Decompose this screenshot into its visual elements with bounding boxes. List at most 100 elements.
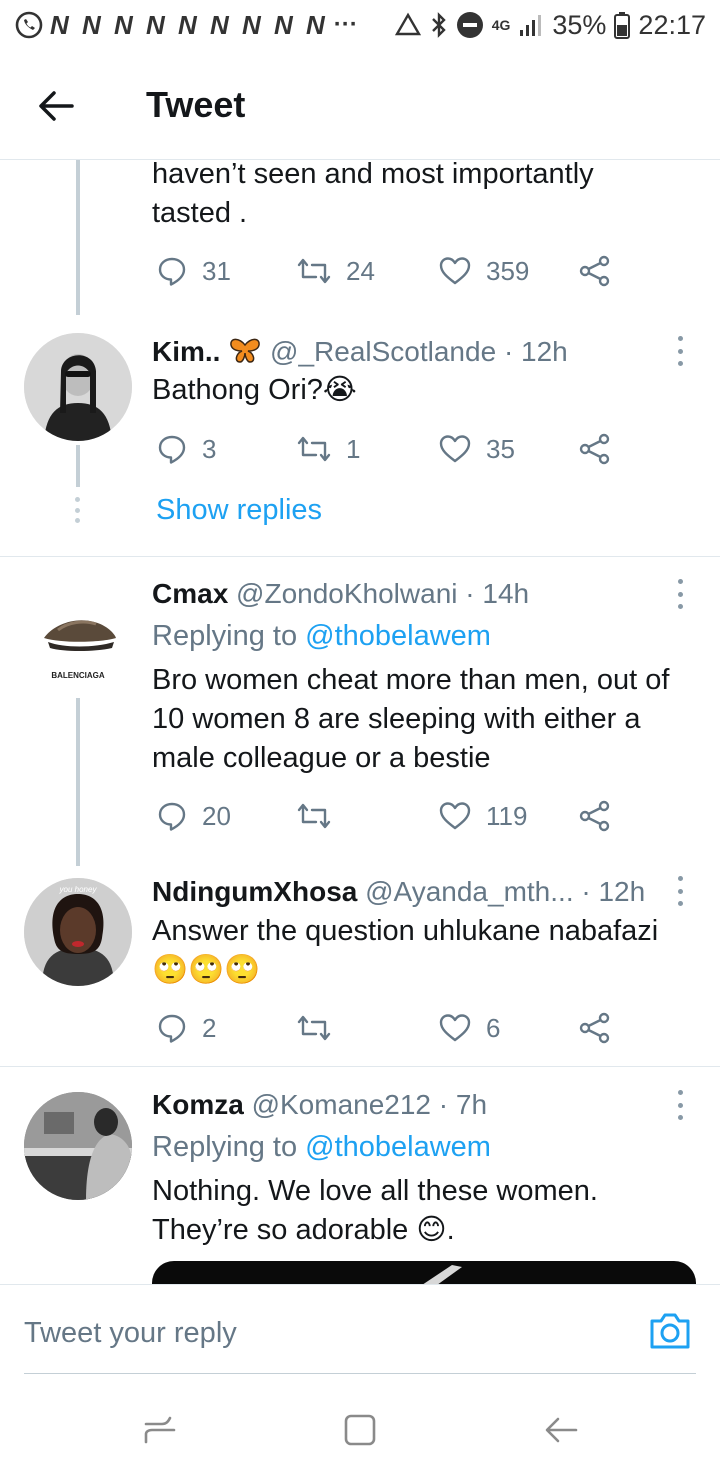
app-header: Tweet — [0, 50, 720, 160]
reply-icon — [158, 1014, 186, 1043]
tweet-header: NdingumXhosa @Ayanda_mth... · 12h — [152, 876, 645, 908]
tweet-text: Bathong Ori?😭 — [152, 374, 357, 406]
reply-icon — [158, 435, 186, 464]
camera-button[interactable] — [648, 1311, 692, 1351]
reply-button[interactable]: 2 — [156, 1008, 216, 1048]
back-arrow-icon — [545, 1417, 578, 1443]
author-name[interactable]: Kim.. — [152, 336, 220, 367]
more-options-button[interactable] — [676, 579, 684, 609]
retweet-button[interactable]: 24 — [296, 251, 375, 291]
recycle-icon — [394, 12, 422, 38]
author-name[interactable]: NdingumXhosa — [152, 876, 357, 907]
tweet-text: Answer the question uhlukane nabafazi 🙄🙄… — [152, 915, 659, 986]
heart-icon — [439, 435, 471, 463]
back-button[interactable] — [36, 86, 76, 126]
reply-composer: Tweet your reply — [0, 1284, 720, 1374]
avatar-photo: BALENCIAGA — [24, 586, 132, 694]
author-handle[interactable]: @_RealScotlande — [270, 336, 496, 367]
heart-icon — [439, 802, 471, 830]
replying-to-handle[interactable]: @thobelawem — [305, 620, 491, 652]
tweet-actions: 31 24 359 — [152, 251, 622, 291]
share-button[interactable] — [578, 796, 612, 836]
retweet-icon — [297, 1015, 331, 1041]
tweet-header: Cmax @ZondoKholwani · 14h — [152, 578, 529, 610]
more-options-button[interactable] — [676, 1090, 684, 1120]
heart-icon — [439, 257, 471, 285]
retweet-button[interactable] — [296, 796, 332, 836]
status-bar: N N N N N N N N N ··· 4G 35% 22:17 — [0, 0, 720, 50]
reply-button[interactable]: 20 — [156, 796, 231, 836]
avatar[interactable] — [24, 1092, 132, 1200]
do-not-disturb-icon — [456, 11, 484, 39]
reply-input[interactable]: Tweet your reply — [24, 1317, 237, 1350]
reply-button[interactable]: 31 — [156, 251, 231, 291]
retweet-icon — [297, 803, 331, 829]
reply-button[interactable]: 3 — [156, 429, 216, 469]
like-button[interactable]: 119 — [438, 796, 527, 836]
avatar[interactable]: you honey — [24, 878, 132, 986]
share-button[interactable] — [578, 1008, 612, 1048]
tweet-time: · 12h — [581, 876, 646, 907]
tweet-text: haven’t seen and most importantly tasted… — [152, 158, 594, 229]
author-name[interactable]: Komza — [152, 1089, 244, 1120]
share-button[interactable] — [578, 429, 612, 469]
share-button[interactable] — [578, 251, 612, 291]
replying-to-handle[interactable]: @thobelawem — [305, 1131, 491, 1163]
replying-to: Replying to @thobelawem — [152, 620, 491, 652]
reply-icon — [158, 802, 186, 831]
tweet-time: · 14h — [465, 578, 530, 609]
share-icon — [579, 1012, 610, 1044]
camera-icon — [650, 1313, 690, 1349]
avatar-photo: you honey — [24, 878, 132, 986]
avatar-brand-label: BALENCIAGA — [51, 671, 105, 680]
author-handle[interactable]: @Komane212 — [252, 1089, 431, 1120]
bluetooth-icon — [430, 11, 448, 39]
tweet-actions: 3 1 35 — [152, 429, 622, 469]
more-options-button[interactable] — [676, 876, 684, 906]
thread-line — [76, 160, 80, 315]
avatar-photo — [24, 333, 132, 441]
thread-more-dots — [75, 497, 81, 523]
thread-line — [76, 445, 80, 487]
clock: 22:17 — [638, 9, 706, 40]
notification-icons: N N N N N N N N N — [50, 9, 328, 40]
signal-icon — [518, 12, 544, 38]
avatar-caption: you honey — [59, 885, 98, 894]
show-replies-link[interactable]: Show replies — [156, 494, 322, 527]
divider — [0, 1066, 720, 1067]
recent-apps-button[interactable] — [140, 1410, 180, 1450]
retweet-icon — [297, 258, 331, 284]
avatar[interactable] — [24, 333, 132, 441]
battery-percent: 35% — [552, 9, 607, 40]
like-button[interactable]: 35 — [438, 429, 515, 469]
tweet-header: Kim.. @_RealScotlande · 12h — [152, 336, 568, 368]
share-icon — [579, 255, 610, 287]
heart-icon — [439, 1014, 471, 1042]
battery-icon — [614, 11, 631, 39]
share-icon — [579, 433, 610, 465]
tweet-time: · 12h — [503, 336, 568, 367]
author-name[interactable]: Cmax — [152, 578, 228, 609]
like-button[interactable]: 359 — [438, 251, 529, 291]
page-title: Tweet — [146, 84, 246, 125]
avatar-photo — [24, 1092, 132, 1200]
retweet-button[interactable]: 1 — [296, 429, 360, 469]
home-button[interactable] — [340, 1410, 380, 1450]
more-notifications-icon: ··· — [333, 11, 358, 38]
tweet-media[interactable] — [152, 1261, 696, 1285]
tweet-time: · 7h — [438, 1089, 488, 1120]
system-back-button[interactable] — [542, 1410, 582, 1450]
reply-icon — [158, 257, 186, 286]
more-options-button[interactable] — [676, 336, 684, 366]
tweet-header: Komza @Komane212 · 7h — [152, 1089, 487, 1121]
media-preview — [422, 1265, 462, 1285]
author-handle[interactable]: @ZondoKholwani — [236, 578, 457, 609]
author-handle[interactable]: @Ayanda_mth... — [365, 876, 573, 907]
divider — [0, 556, 720, 557]
like-button[interactable]: 6 — [438, 1008, 500, 1048]
retweet-icon — [297, 436, 331, 462]
network-type: 4G — [491, 17, 511, 33]
avatar[interactable]: BALENCIAGA — [24, 586, 132, 694]
home-icon — [344, 1414, 376, 1446]
retweet-button[interactable] — [296, 1008, 332, 1048]
